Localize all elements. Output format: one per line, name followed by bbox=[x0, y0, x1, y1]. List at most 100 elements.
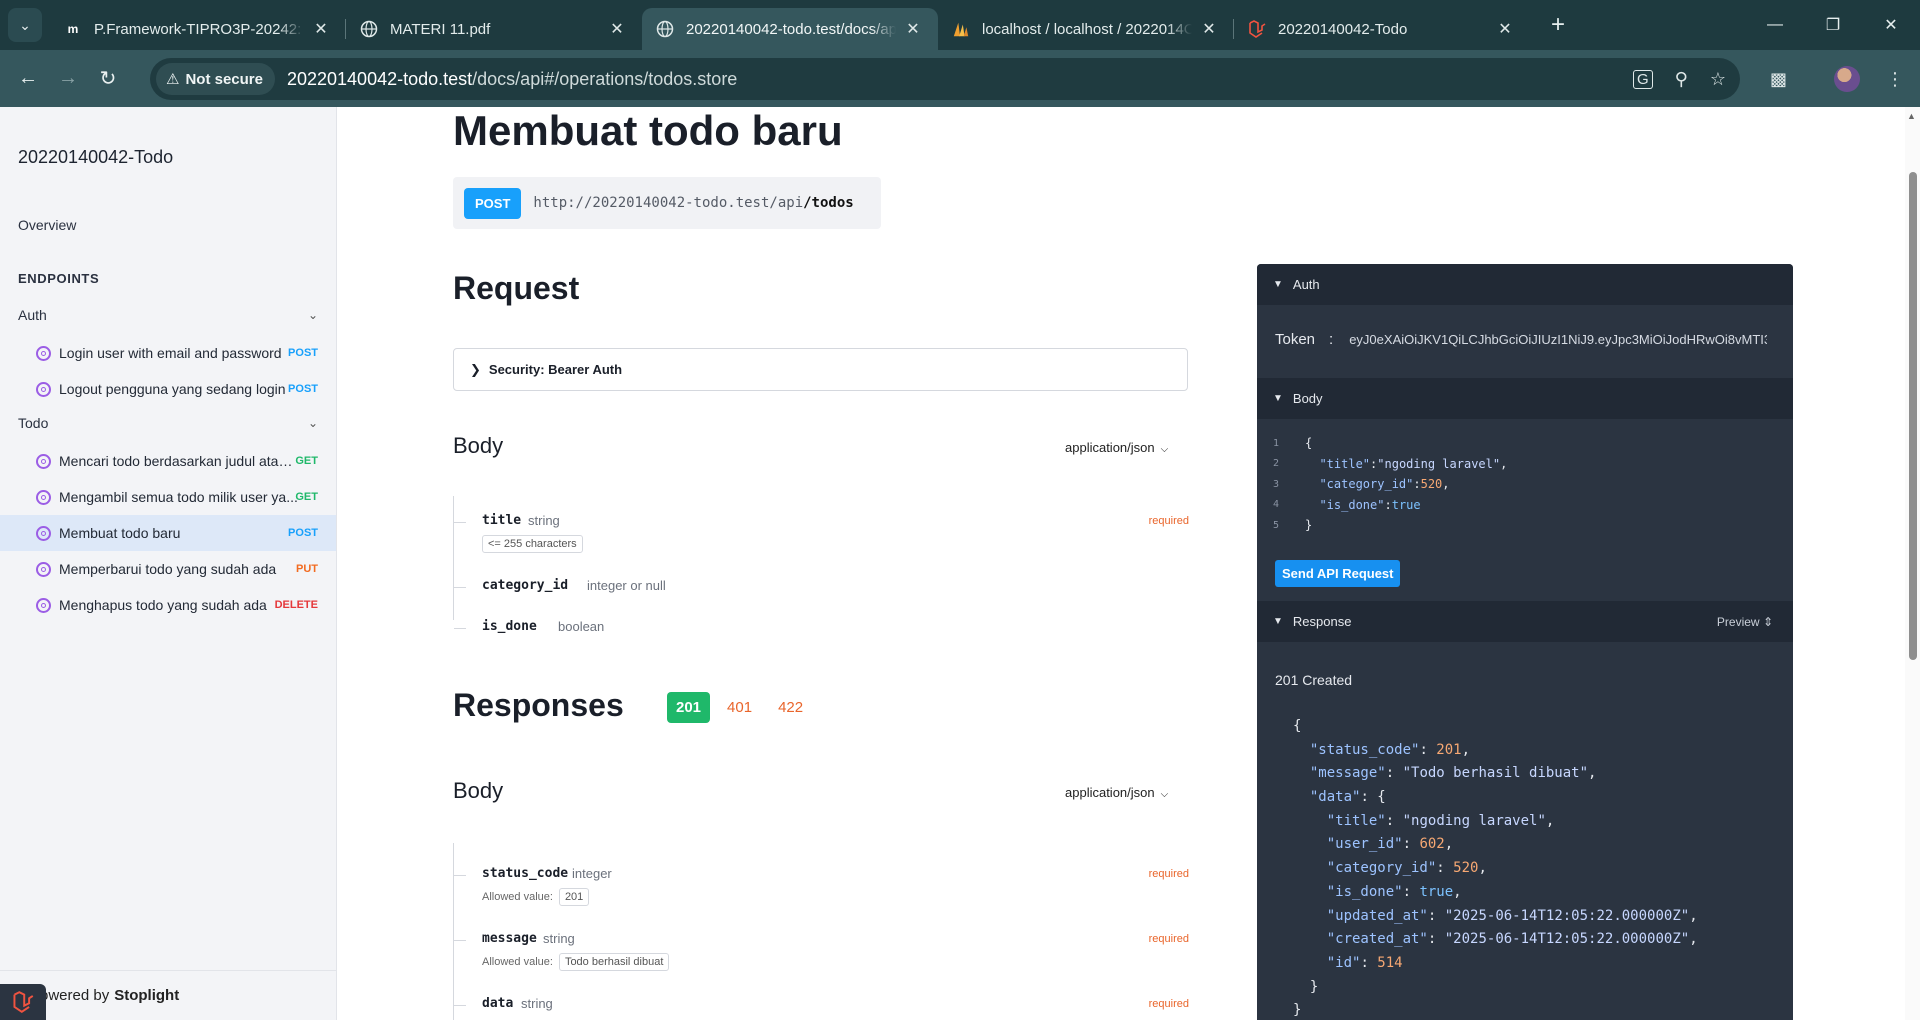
minimize-button[interactable]: — bbox=[1746, 0, 1804, 50]
request-content-type-select[interactable]: application/json ⌵ bbox=[1065, 440, 1168, 455]
endpoint-label: Memperbarui todo yang sudah ada bbox=[59, 561, 277, 577]
sidebar-endpoint-delete-todo[interactable]: Menghapus todo yang sudah ada DELETE bbox=[0, 587, 336, 623]
docs-main: Membuat todo baru POST http://2022014004… bbox=[338, 107, 1920, 1020]
reload-button[interactable]: ↻ bbox=[88, 59, 128, 99]
json-value-is-done: true bbox=[1391, 497, 1421, 512]
field-name: is_done bbox=[482, 619, 537, 634]
preview-label: Preview bbox=[1716, 614, 1760, 629]
close-tab-icon[interactable]: ✕ bbox=[1198, 19, 1220, 39]
close-tab-icon[interactable]: ✕ bbox=[310, 19, 332, 39]
chevron-down-icon: ⌄ bbox=[19, 16, 31, 33]
scroll-up-icon[interactable]: ▲ bbox=[1907, 111, 1916, 121]
sort-icon: ⇕ bbox=[1762, 614, 1773, 629]
operation-icon bbox=[36, 525, 51, 541]
new-tab-button[interactable]: + bbox=[1544, 11, 1572, 39]
response-body-heading: Body bbox=[453, 778, 504, 803]
laravel-logo-icon[interactable] bbox=[0, 984, 46, 1020]
response-tab-401[interactable]: 401 bbox=[718, 692, 761, 723]
sidebar-endpoint-create-todo[interactable]: Membuat todo baru POST bbox=[0, 515, 336, 551]
preview-select[interactable]: Preview ⇕ bbox=[1717, 615, 1773, 629]
scrollbar-thumb[interactable] bbox=[1909, 172, 1917, 660]
sidebar-endpoint-logout[interactable]: Logout pengguna yang sedang login POST bbox=[0, 371, 336, 407]
warning-icon: ⚠ bbox=[166, 71, 180, 88]
back-button[interactable]: ← bbox=[8, 59, 48, 99]
sidebar-overview-link[interactable]: Overview bbox=[18, 217, 76, 233]
browser-menu-icon[interactable]: ⋮ bbox=[1886, 58, 1904, 100]
chevron-down-icon: ⌄ bbox=[307, 308, 318, 322]
required-label: required bbox=[1148, 515, 1189, 527]
browser-tab[interactable]: 20220140042-Todo ✕ bbox=[1234, 8, 1530, 50]
send-api-request-button[interactable]: Send API Request bbox=[1275, 560, 1401, 587]
json-value-title: ngoding laravel bbox=[1384, 456, 1493, 471]
translate-icon[interactable]: G bbox=[1633, 69, 1653, 89]
request-heading: Request bbox=[453, 270, 580, 306]
forward-button[interactable]: → bbox=[48, 59, 88, 99]
page-scrollbar[interactable]: ▲ bbox=[1905, 107, 1920, 1020]
operation-icon bbox=[36, 489, 51, 505]
avatar bbox=[1834, 66, 1860, 92]
security-accordion[interactable]: ❯ Security: Bearer Auth bbox=[453, 348, 1188, 391]
body-panel-header[interactable]: ▼ Body bbox=[1257, 378, 1793, 419]
token-input[interactable]: eyJ0eXAiOiJKV1QiLCJhbGciOiJIUzI1NiJ9.eyJ… bbox=[1349, 331, 1767, 349]
response-content-type-select[interactable]: application/json ⌵ bbox=[1065, 785, 1168, 800]
endpoint-url[interactable]: http://20220140042-todo.test/api/todos bbox=[533, 195, 853, 211]
response-tab-422[interactable]: 422 bbox=[769, 692, 812, 723]
sidebar-group-auth[interactable]: Auth ⌄ bbox=[18, 307, 320, 323]
method-badge: DELETE bbox=[274, 599, 318, 611]
close-tab-icon[interactable]: ✕ bbox=[902, 19, 924, 39]
sidebar-endpoint-login[interactable]: Login user with email and password POST bbox=[0, 335, 336, 371]
required-label: required bbox=[1148, 998, 1189, 1010]
profile-avatar[interactable] bbox=[1834, 58, 1860, 100]
response-body-viewer: { "status_code": 201, "message": "Todo b… bbox=[1293, 718, 1698, 1019]
footer-brand: Stoplight bbox=[114, 987, 180, 1004]
operation-icon bbox=[36, 453, 51, 469]
auth-panel-header[interactable]: ▼ Auth bbox=[1257, 264, 1793, 305]
sidebar-endpoint-list-todos[interactable]: Mengambil semua todo milik user ya... GE… bbox=[0, 479, 336, 515]
endpoint-label: Login user with email and password bbox=[59, 345, 282, 361]
sidebar-endpoint-update-todo[interactable]: Memperbarui todo yang sudah ada PUT bbox=[0, 551, 336, 587]
close-window-button[interactable]: ✕ bbox=[1862, 0, 1920, 50]
panel-section-label: Body bbox=[1292, 391, 1323, 406]
response-tab-201[interactable]: 201 bbox=[667, 692, 711, 723]
endpoint-url-box: POST http://20220140042-todo.test/api/to… bbox=[453, 177, 881, 229]
url-text[interactable]: 20220140042-todo.test/docs/api#/operatio… bbox=[287, 69, 737, 90]
lms-favicon-icon: m bbox=[67, 22, 79, 36]
allowed-value: Allowed value: Todo berhasil dibuat bbox=[482, 953, 670, 971]
footer-prefix: owered by bbox=[40, 987, 110, 1004]
browser-tab-strip: ⌄ m P.Framework-TIPRO3P-20242: W ✕ MATER… bbox=[0, 0, 1920, 50]
bookmark-star-icon[interactable]: ☆ bbox=[1710, 69, 1726, 90]
sidebar-title[interactable]: 20220140042-Todo bbox=[18, 147, 173, 168]
resp-user-id: 602 bbox=[1419, 836, 1445, 853]
operation-icon bbox=[36, 597, 51, 613]
method-badge: POST bbox=[288, 383, 318, 395]
json-value-category-id: 520 bbox=[1420, 477, 1443, 492]
chevron-down-icon: ⌵ bbox=[1160, 789, 1169, 800]
field-name: status_code bbox=[482, 866, 569, 881]
close-tab-icon[interactable]: ✕ bbox=[606, 19, 628, 39]
security-label: Security: Bearer Auth bbox=[488, 362, 623, 377]
restore-button[interactable]: ❐ bbox=[1804, 0, 1862, 50]
powered-by-footer[interactable]: owered by Stoplight bbox=[0, 970, 336, 1020]
browser-tab[interactable]: m P.Framework-TIPRO3P-20242: W ✕ bbox=[50, 8, 346, 50]
tab-search-button[interactable]: ⌄ bbox=[8, 8, 42, 42]
sidebar-group-todo[interactable]: Todo ⌄ bbox=[18, 415, 320, 431]
method-badge: POST bbox=[288, 527, 318, 539]
phpmyadmin-icon bbox=[952, 20, 970, 38]
browser-tab[interactable]: localhost / localhost / 2022014C ✕ bbox=[938, 8, 1234, 50]
globe-icon bbox=[360, 20, 378, 38]
request-body-editor[interactable]: 1{ 2 "title": " ngoding laravel ", 3 "cate… bbox=[1273, 433, 1507, 536]
chevron-down-icon: ⌄ bbox=[307, 416, 318, 430]
resp-status-code: 201 bbox=[1436, 741, 1462, 758]
content-type-value: application/json bbox=[1065, 440, 1155, 455]
browser-tab-active[interactable]: 20220140042-todo.test/docs/ap ✕ bbox=[642, 8, 938, 50]
address-bar[interactable]: ⚠ Not secure 20220140042-todo.test/docs/… bbox=[150, 58, 1740, 100]
close-tab-icon[interactable]: ✕ bbox=[1494, 19, 1516, 39]
docs-sidebar: 20220140042-Todo Overview ENDPOINTS Auth… bbox=[0, 107, 337, 1020]
response-panel-header[interactable]: ▼ Response Preview ⇕ bbox=[1257, 601, 1793, 642]
security-chip[interactable]: ⚠ Not secure bbox=[156, 63, 275, 95]
browser-tab[interactable]: MATERI 11.pdf ✕ bbox=[346, 8, 642, 50]
extensions-icon[interactable]: ▩ bbox=[1770, 58, 1787, 100]
sidebar-endpoint-search-todo[interactable]: Mencari todo berdasarkan judul atau ... … bbox=[0, 443, 336, 479]
url-path: /docs/api#/operations/todos.store bbox=[472, 68, 738, 89]
zoom-icon[interactable]: ⚲ bbox=[1675, 69, 1688, 90]
